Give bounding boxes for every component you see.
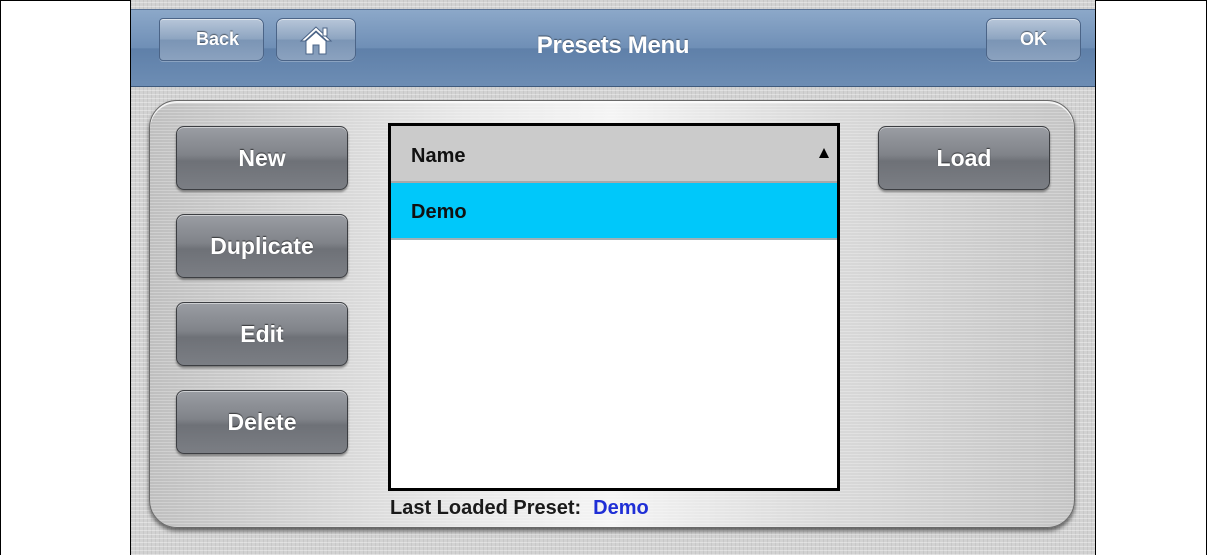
duplicate-preset-button[interactable]: Duplicate: [176, 214, 348, 278]
page-title: Presets Menu: [536, 32, 690, 59]
load-preset-button[interactable]: Load: [878, 126, 1050, 190]
delete-preset-button[interactable]: Delete: [176, 390, 348, 454]
edit-preset-button[interactable]: Edit: [176, 302, 348, 366]
sort-ascending-icon: [819, 148, 829, 158]
list-item[interactable]: Demo: [391, 183, 837, 240]
ok-button[interactable]: OK: [986, 18, 1081, 61]
last-loaded-status: Last Loaded Preset: Demo: [390, 497, 649, 520]
title-bar: Back Presets Menu OK: [131, 9, 1095, 87]
last-loaded-label: Last Loaded Preset:: [390, 497, 582, 519]
presets-panel: New Duplicate Edit Delete Name Demo Load…: [149, 100, 1075, 528]
last-loaded-value: Demo: [593, 497, 649, 519]
name-column-label: Name: [411, 145, 466, 167]
name-column-header[interactable]: Name: [391, 126, 837, 183]
preset-name: Demo: [411, 201, 467, 223]
presets-list[interactable]: Name Demo: [388, 123, 840, 491]
device-screen: Back Presets Menu OK New Duplicate Edit …: [130, 0, 1096, 555]
new-preset-button[interactable]: New: [176, 126, 348, 190]
